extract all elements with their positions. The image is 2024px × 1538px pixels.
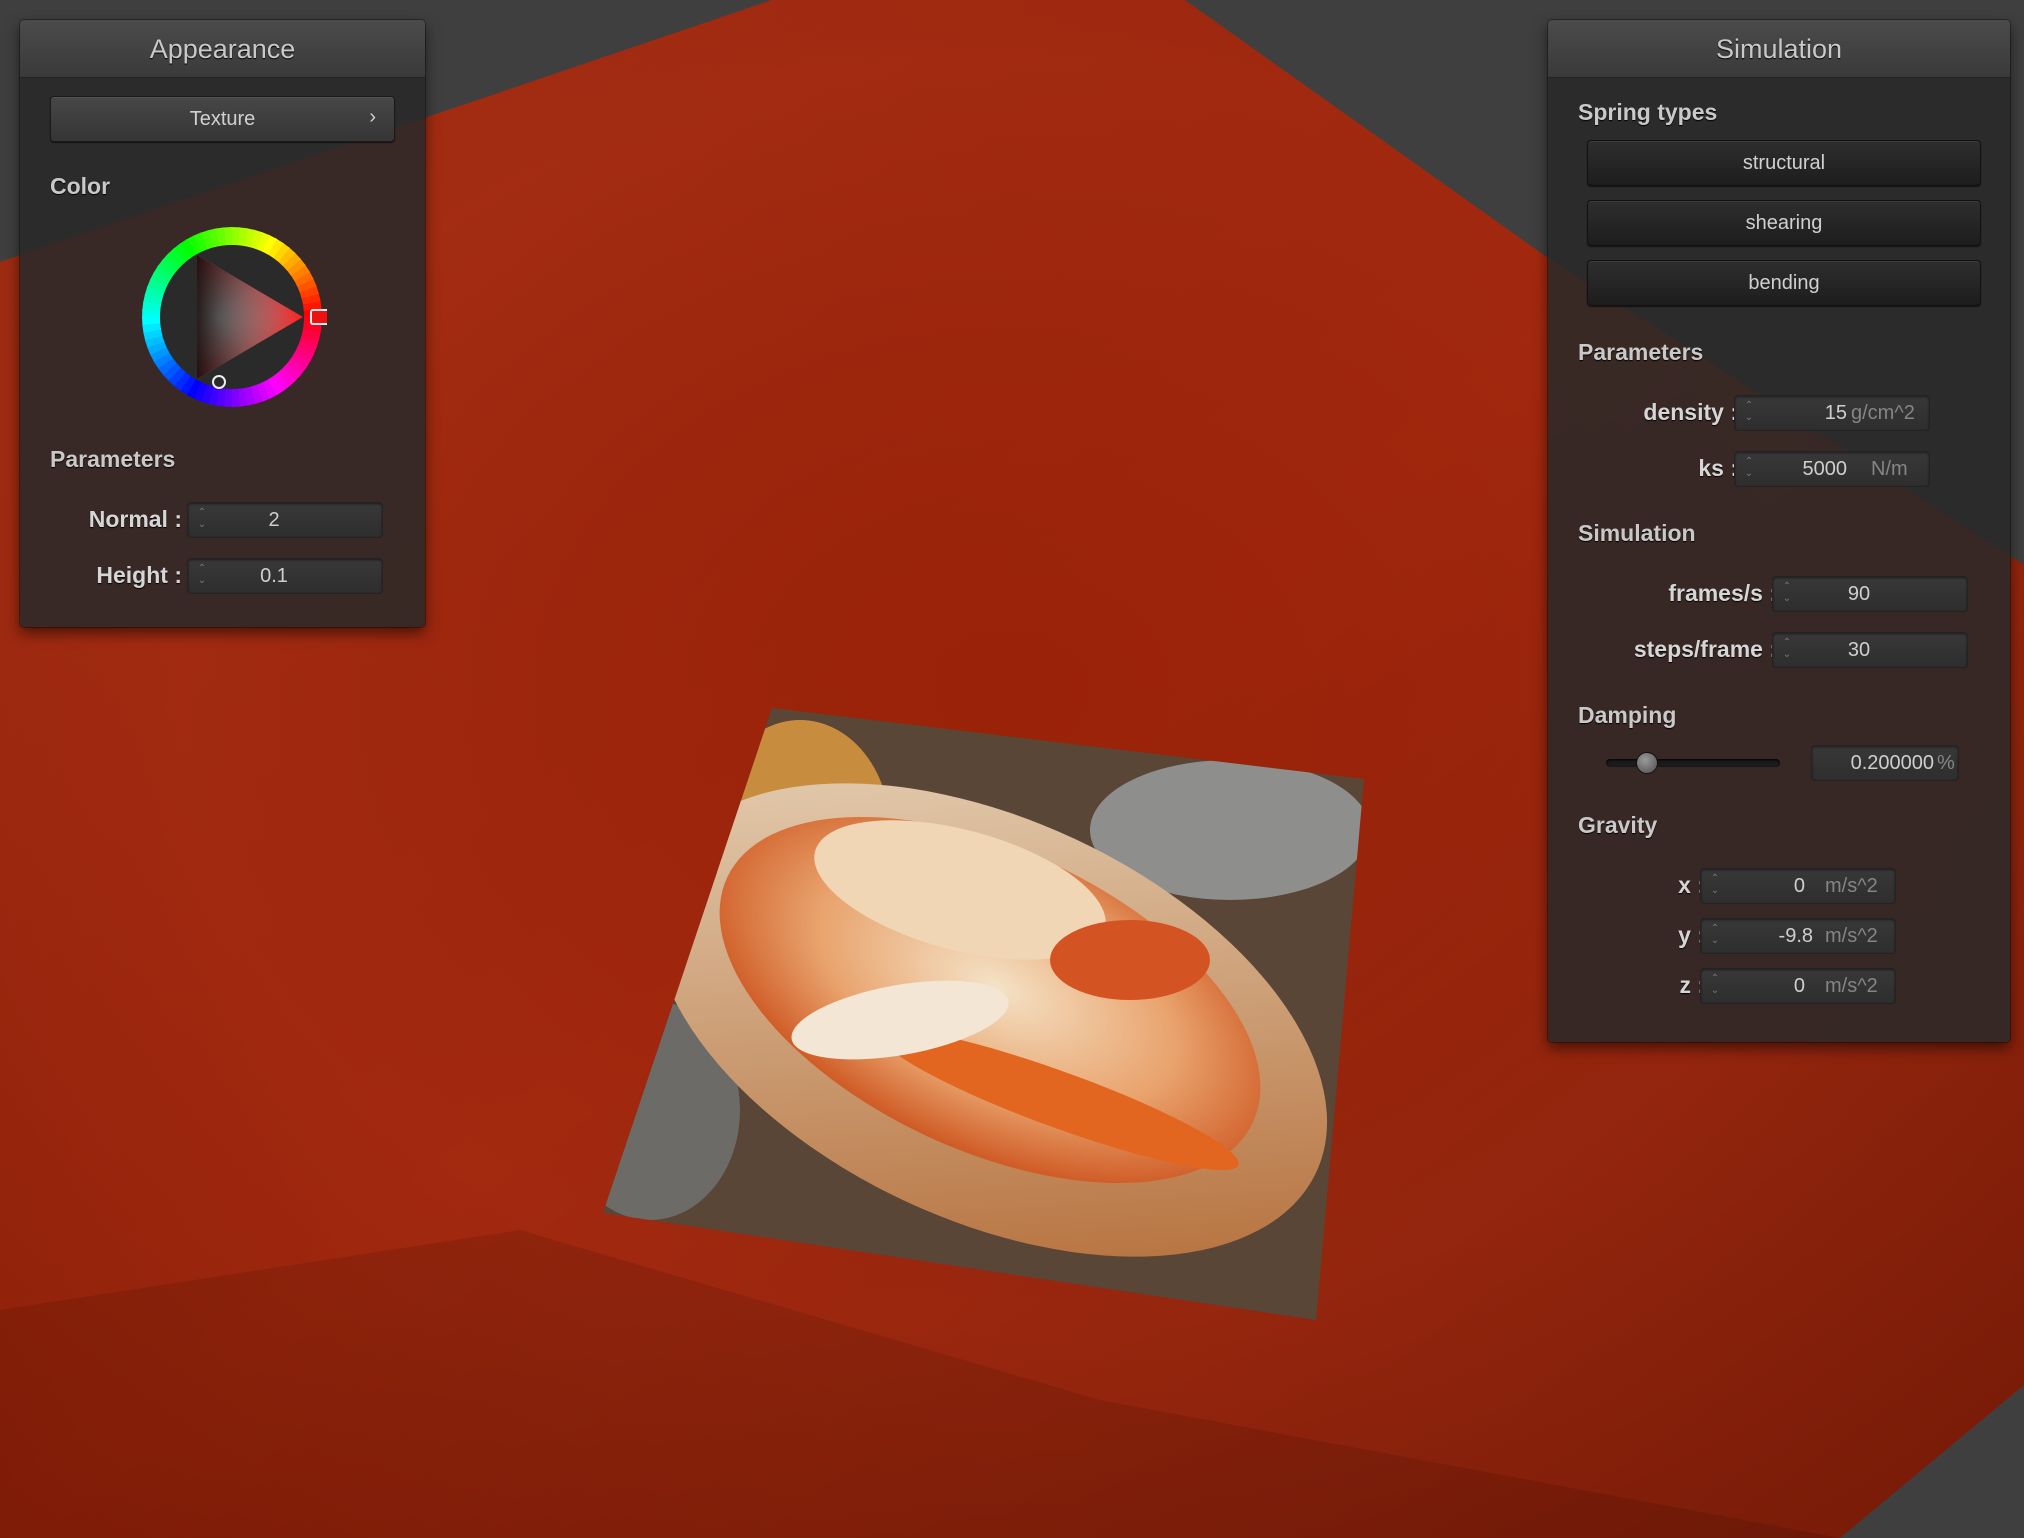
spinner-icon[interactable]: ⌃ ⌄	[1709, 873, 1721, 899]
structural-button-label: structural	[1742, 152, 1826, 174]
height-value: 0.1	[260, 565, 288, 587]
damping-value: 0.200000	[1850, 752, 1934, 774]
color-section-label: Color	[50, 173, 111, 199]
ks-value: 5000	[1802, 458, 1848, 480]
gravity-z-value: 0	[1793, 975, 1805, 997]
appearance-parameters-label: Parameters	[50, 446, 176, 472]
texture-button-label: Texture	[189, 108, 256, 130]
spinner-icon[interactable]: ⌃ ⌄	[196, 563, 208, 589]
spinner-icon[interactable]: ⌃ ⌄	[1709, 973, 1721, 999]
fps-value: 90	[1847, 583, 1871, 605]
appearance-panel: Appearance Texture › Color Parameters No…	[20, 20, 425, 627]
density-value: 15	[1824, 402, 1847, 424]
density-input[interactable]: ⌃ ⌄ 15 g/cm^2	[1734, 395, 1930, 431]
height-label: Height :	[96, 562, 182, 588]
gravity-x-value: 0	[1793, 875, 1805, 897]
fps-label: frames/s :	[1668, 580, 1777, 606]
gravity-y-label: y :	[1678, 922, 1705, 948]
ks-input[interactable]: ⌃ ⌄ 5000 N/m	[1734, 451, 1930, 487]
spinner-icon[interactable]: ⌃ ⌄	[1743, 456, 1755, 482]
appearance-panel-title: Appearance	[20, 20, 425, 78]
shearing-button[interactable]: shearing	[1587, 200, 1981, 246]
density-label: density :	[1643, 399, 1738, 425]
gravity-y-input[interactable]: ⌃ ⌄ -9.8 m/s^2	[1700, 918, 1896, 954]
damping-label: Damping	[1578, 702, 1677, 728]
bending-button[interactable]: bending	[1587, 260, 1981, 306]
spinner-icon[interactable]: ⌃ ⌄	[1709, 923, 1721, 949]
gravity-z-unit: m/s^2	[1825, 975, 1878, 997]
gravity-x-label: x :	[1678, 872, 1705, 898]
gravity-y-value: -9.8	[1778, 925, 1813, 947]
gravity-z-label: z :	[1679, 972, 1705, 998]
ks-unit: N/m	[1871, 458, 1908, 480]
bending-button-label: bending	[1748, 272, 1820, 294]
structural-button[interactable]: structural	[1587, 140, 1981, 186]
steps-label: steps/frame :	[1633, 636, 1777, 662]
texture-button[interactable]: Texture ›	[50, 96, 395, 142]
spinner-icon[interactable]: ⌃ ⌄	[196, 507, 208, 533]
gravity-y-unit: m/s^2	[1825, 925, 1878, 947]
gravity-x-unit: m/s^2	[1825, 875, 1878, 897]
damping-unit: %	[1937, 752, 1955, 774]
shearing-button-label: shearing	[1745, 212, 1823, 234]
fps-input[interactable]: ⌃ ⌄ 90	[1772, 576, 1968, 612]
simulation-panel-title: Simulation	[1548, 20, 2010, 78]
3d-viewport[interactable]: Appearance Texture › Color Parameters No…	[0, 0, 2024, 1538]
gravity-z-input[interactable]: ⌃ ⌄ 0 m/s^2	[1700, 968, 1896, 1004]
spinner-icon[interactable]: ⌃ ⌄	[1781, 581, 1793, 607]
gravity-label: Gravity	[1578, 812, 1658, 838]
simulation-panel: Simulation Spring types structural shear…	[1548, 20, 2010, 1042]
density-unit: g/cm^2	[1851, 402, 1915, 424]
damping-slider-knob[interactable]	[1636, 752, 1659, 774]
height-input[interactable]: ⌃ ⌄ 0.1	[187, 558, 383, 594]
hue-marker[interactable]	[310, 309, 327, 325]
spinner-icon[interactable]: ⌃ ⌄	[1781, 637, 1793, 663]
normal-input[interactable]: ⌃ ⌄ 2	[187, 502, 383, 538]
steps-input[interactable]: ⌃ ⌄ 30	[1772, 632, 1968, 668]
damping-input[interactable]: 0.200000 %	[1811, 745, 1959, 781]
spring-types-label: Spring types	[1578, 99, 1718, 125]
gravity-x-input[interactable]: ⌃ ⌄ 0 m/s^2	[1700, 868, 1896, 904]
damping-slider[interactable]	[1606, 752, 1780, 774]
normal-value: 2	[268, 509, 280, 531]
chevron-right-icon: ›	[369, 106, 376, 128]
normal-label: Normal :	[88, 506, 182, 532]
color-wheel[interactable]	[137, 222, 327, 412]
steps-value: 30	[1847, 639, 1871, 661]
simulation-section-label: Simulation	[1578, 520, 1696, 546]
simulation-parameters-label: Parameters	[1578, 339, 1704, 365]
ks-label: ks :	[1698, 455, 1738, 481]
spinner-icon[interactable]: ⌃ ⌄	[1743, 400, 1755, 426]
